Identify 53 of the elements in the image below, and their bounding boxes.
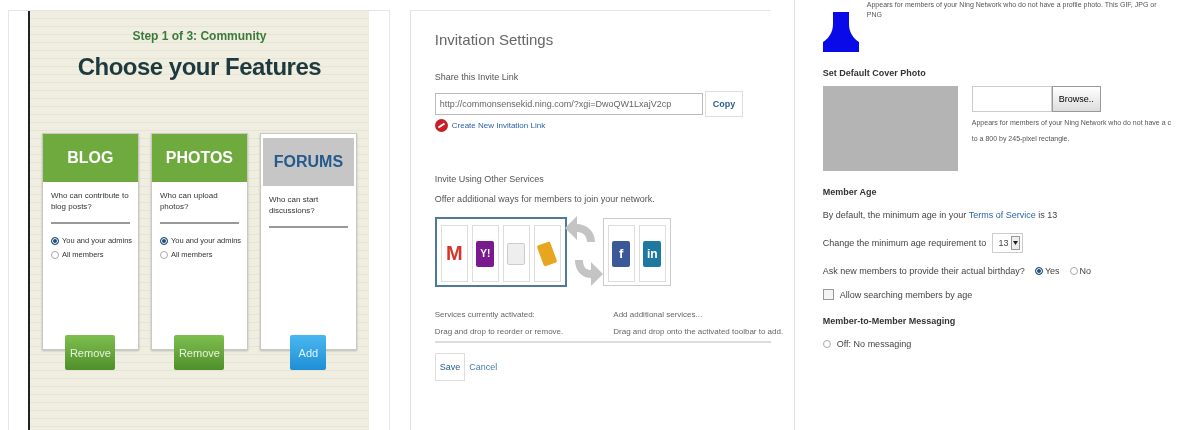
radio-button[interactable]: [1069, 267, 1078, 275]
radio-button[interactable]: [822, 340, 831, 348]
info-text: By default, the minimum age in your Terms of Service is 13: [822, 210, 1059, 220]
section-heading: Member Age: [822, 187, 878, 197]
file-field[interactable]: [971, 86, 1052, 112]
cancel-link[interactable]: Cancel: [469, 362, 498, 372]
notebook-icon: [536, 240, 558, 267]
avatar-icon: [822, 12, 859, 52]
service-tile[interactable]: [502, 225, 530, 282]
radio-button[interactable]: [50, 250, 59, 259]
caption-text: Services currently activated:: [434, 310, 536, 319]
caption-text: Add additional services...: [613, 310, 704, 319]
feature-header: FORUMS: [262, 138, 354, 186]
question-text: Ask new members to provide their actual birthday?: [822, 266, 1025, 276]
service-tile[interactable]: Y!: [471, 225, 499, 282]
feature-header: PHOTOS: [151, 134, 247, 182]
checkbox-label: Allow searching members by age: [839, 289, 973, 300]
terms-link[interactable]: Terms of Service: [968, 210, 1036, 220]
create-link[interactable]: Create New Invitation Link: [451, 121, 546, 130]
hint-text: Drag and drop onto the activated toolbar to add.: [613, 327, 784, 336]
envelope-icon: [507, 242, 526, 265]
service-logo: in: [643, 240, 662, 267]
section-heading: Set Default Cover Photo: [822, 68, 927, 78]
page-heading: Choose your Features: [77, 53, 322, 81]
section-heading: Member-to-Member Messaging: [822, 316, 957, 326]
question-text: Who can contribute to blog posts?: [50, 190, 130, 212]
option-label: No: [1079, 266, 1092, 276]
copy-button[interactable]: Copy: [704, 91, 744, 117]
service-tile[interactable]: in: [638, 225, 666, 282]
radio-button[interactable]: [50, 236, 59, 245]
service-tile[interactable]: f: [607, 225, 635, 282]
browse-button[interactable]: Browse..: [1051, 86, 1101, 112]
service-logo: Y!: [476, 240, 495, 267]
step-title: Step 1 of 3: Community: [132, 29, 267, 43]
section-label: Invite Using Other Services: [434, 174, 545, 184]
age-dropdown[interactable]: 13: [992, 233, 1024, 253]
question-text: Who can start discussions?: [268, 194, 320, 216]
service-tile[interactable]: [533, 225, 561, 282]
question-text: Who can upload photos?: [159, 190, 219, 212]
field-label: Change the minimum age requirement to: [822, 238, 987, 248]
option-label: Off: No messaging: [836, 339, 912, 349]
service-tile[interactable]: M: [440, 225, 468, 282]
invite-link-field[interactable]: http://commonsensekid.ning.com/?xgi=DwoQW1LxajV2cp: [434, 93, 703, 115]
hint-text: Drag and drop to reorder or remove.: [434, 327, 564, 336]
feature-header: BLOG: [42, 134, 138, 182]
description-text: Offer additional ways for members to join your network.: [434, 194, 656, 204]
save-button[interactable]: Save: [434, 353, 466, 381]
option-label: Yes: [1044, 266, 1060, 276]
panel-title: Invitation Settings: [434, 31, 555, 48]
section-label: Share this Invite Link: [434, 72, 520, 82]
service-logo: f: [612, 240, 631, 267]
checkbox[interactable]: [822, 289, 834, 300]
radio-button[interactable]: [159, 250, 168, 259]
